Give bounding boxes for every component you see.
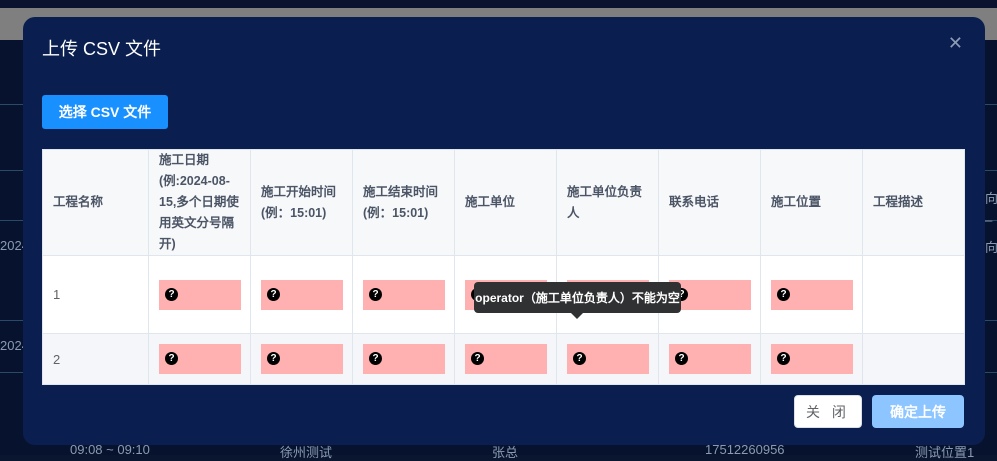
error-cell[interactable]: ? — [669, 344, 751, 374]
cell-description — [862, 255, 965, 334]
confirm-upload-button[interactable]: 确定上传 — [872, 395, 964, 428]
question-icon[interactable]: ? — [165, 287, 178, 301]
close-icon[interactable]: ✕ — [948, 33, 963, 54]
select-csv-button[interactable]: 选择 CSV 文件 — [42, 95, 168, 129]
error-cell[interactable]: ? — [771, 344, 853, 374]
column-header: 施工日期(例:2024-08-15,多个日期使用英文分号隔开) — [148, 149, 251, 256]
column-header: 施工单位负责人 — [556, 149, 659, 256]
error-cell[interactable]: ? — [669, 279, 751, 310]
error-cell[interactable]: ? — [159, 279, 241, 310]
question-icon[interactable]: ? — [369, 287, 382, 301]
upload-csv-dialog: 上传 CSV 文件 ✕ 选择 CSV 文件 工程名称 施工日期(例:2024-0… — [23, 17, 985, 445]
question-icon[interactable]: ? — [573, 352, 586, 365]
error-cell[interactable]: ? — [771, 279, 853, 310]
question-icon[interactable]: ? — [777, 352, 790, 365]
column-header: 工程名称 — [42, 149, 149, 256]
question-icon[interactable]: ? — [165, 352, 178, 365]
cell-name: 1 — [42, 255, 149, 334]
cell-name: 2 — [42, 333, 149, 385]
background-header — [0, 0, 997, 8]
close-button[interactable]: 关 闭 — [794, 395, 862, 428]
column-header: 施工单位 — [454, 149, 557, 256]
background-text: 向_ — [985, 191, 997, 222]
table-row: 2 ? ? ? ? ? ? ? — [42, 333, 965, 385]
question-icon[interactable]: ? — [777, 287, 790, 301]
question-icon[interactable]: ? — [675, 352, 688, 365]
question-icon[interactable]: ? — [267, 352, 280, 365]
column-header: 工程描述 — [862, 149, 965, 256]
column-header: 联系电话 — [658, 149, 761, 256]
error-cell[interactable]: ? — [159, 344, 241, 374]
table-header-row: 工程名称 施工日期(例:2024-08-15,多个日期使用英文分号隔开) 施工开… — [42, 149, 965, 256]
question-icon[interactable]: ? — [267, 287, 280, 301]
question-icon[interactable]: ? — [369, 352, 382, 365]
error-cell[interactable]: ? — [567, 344, 649, 374]
column-header: 施工开始时间(例：15:01) — [250, 149, 353, 256]
error-tooltip: operator（施工单位负责人）不能为空 — [474, 282, 681, 319]
error-cell[interactable]: ? — [363, 344, 445, 374]
error-cell[interactable]: ? — [261, 279, 343, 310]
error-cell[interactable]: ? — [363, 279, 445, 310]
cell-description — [862, 333, 965, 385]
background-text: 向 — [985, 240, 997, 255]
question-icon[interactable]: ? — [471, 352, 484, 365]
preview-table: 工程名称 施工日期(例:2024-08-15,多个日期使用英文分号隔开) 施工开… — [42, 149, 965, 385]
column-header: 施工位置 — [760, 149, 863, 256]
dialog-title: 上传 CSV 文件 — [42, 39, 162, 59]
column-header: 施工结束时间(例：15:01) — [352, 149, 455, 256]
error-cell[interactable]: ? — [465, 344, 547, 374]
error-cell[interactable]: ? — [261, 344, 343, 374]
